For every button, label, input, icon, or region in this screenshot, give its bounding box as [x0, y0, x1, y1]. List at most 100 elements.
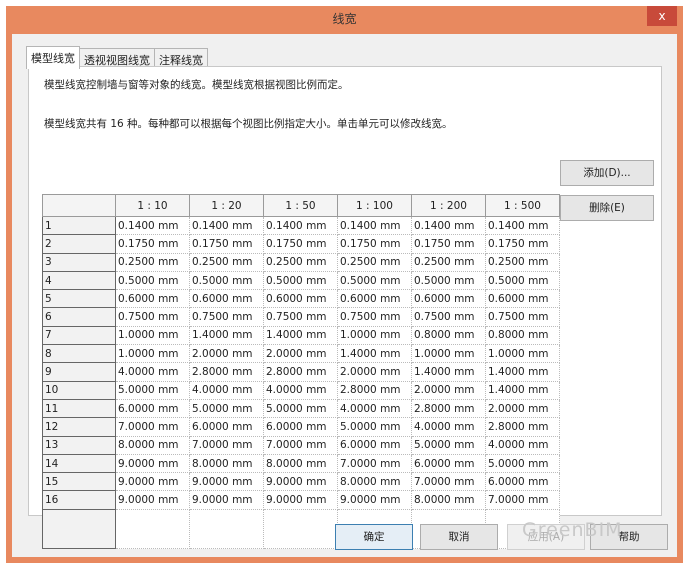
line-weight-cell[interactable]: 1.4000 mm	[411, 362, 486, 382]
row-header[interactable]: 10	[42, 380, 116, 400]
line-weight-cell[interactable]: 4.0000 mm	[337, 398, 412, 419]
line-weight-cell[interactable]: 0.7500 mm	[485, 307, 560, 327]
line-weight-cell[interactable]: 0.7500 mm	[263, 307, 338, 327]
line-weight-cell[interactable]: 1.4000 mm	[189, 325, 264, 346]
line-weight-cell[interactable]: 1.4000 mm	[485, 380, 560, 400]
row-header[interactable]: 14	[42, 453, 116, 474]
line-weight-cell[interactable]: 1.0000 mm	[115, 325, 190, 346]
line-weight-cell[interactable]: 4.0000 mm	[485, 435, 560, 455]
line-weight-cell[interactable]: 0.5000 mm	[189, 270, 264, 291]
line-weight-cell[interactable]: 0.2500 mm	[263, 252, 338, 272]
line-weight-cell[interactable]: 0.5000 mm	[485, 270, 560, 291]
line-weight-cell[interactable]: 2.8000 mm	[485, 417, 560, 437]
line-weight-cell[interactable]: 7.0000 mm	[411, 472, 486, 492]
row-header[interactable]: 7	[42, 325, 116, 346]
line-weight-cell[interactable]: 0.5000 mm	[337, 270, 412, 291]
line-weight-cell[interactable]: 6.0000 mm	[337, 435, 412, 455]
line-weight-cell[interactable]: 2.8000 mm	[411, 398, 486, 419]
line-weight-cell[interactable]: 9.0000 mm	[115, 472, 190, 492]
line-weight-cell[interactable]: 0.6000 mm	[115, 289, 190, 309]
line-weight-cell[interactable]: 6.0000 mm	[115, 398, 190, 419]
line-weight-cell[interactable]: 5.0000 mm	[485, 453, 560, 474]
line-weight-cell[interactable]: 7.0000 mm	[115, 417, 190, 437]
line-weight-cell[interactable]: 0.2500 mm	[115, 252, 190, 272]
line-weight-cell[interactable]: 2.8000 mm	[337, 380, 412, 400]
cancel-button[interactable]: 取消	[420, 524, 498, 550]
line-weight-cell[interactable]: 0.6000 mm	[411, 289, 486, 309]
line-weight-cell[interactable]: 0.1400 mm	[263, 215, 338, 236]
line-weight-cell[interactable]: 2.0000 mm	[263, 344, 338, 364]
line-weight-cell[interactable]: 4.0000 mm	[115, 362, 190, 382]
line-weight-cell[interactable]: 6.0000 mm	[485, 472, 560, 492]
line-weight-cell[interactable]: 0.1400 mm	[485, 215, 560, 236]
line-weight-cell[interactable]: 9.0000 mm	[115, 453, 190, 474]
line-weight-cell[interactable]: 2.0000 mm	[411, 380, 486, 400]
line-weight-cell[interactable]: 0.1400 mm	[337, 215, 412, 236]
line-weight-cell[interactable]: 2.8000 mm	[189, 362, 264, 382]
line-weight-cell[interactable]: 1.0000 mm	[115, 344, 190, 364]
line-weight-cell[interactable]: 5.0000 mm	[411, 435, 486, 455]
line-weight-cell[interactable]: 9.0000 mm	[337, 490, 412, 510]
delete-button[interactable]: 删除(E)	[560, 195, 654, 221]
line-weight-cell[interactable]: 5.0000 mm	[263, 398, 338, 419]
line-weight-cell[interactable]: 8.0000 mm	[337, 472, 412, 492]
line-weight-cell[interactable]: 0.2500 mm	[411, 252, 486, 272]
ok-button[interactable]: 确定	[335, 524, 413, 550]
line-weight-cell[interactable]: 2.8000 mm	[263, 362, 338, 382]
line-weight-cell[interactable]: 1.0000 mm	[411, 344, 486, 364]
line-weight-cell[interactable]: 7.0000 mm	[485, 490, 560, 510]
line-weight-cell[interactable]: 0.2500 mm	[189, 252, 264, 272]
row-header[interactable]: 6	[42, 307, 116, 327]
line-weight-cell[interactable]: 0.7500 mm	[337, 307, 412, 327]
line-weight-cell[interactable]: 0.8000 mm	[411, 325, 486, 346]
line-weight-cell[interactable]: 0.8000 mm	[485, 325, 560, 346]
line-weight-cell[interactable]: 0.6000 mm	[189, 289, 264, 309]
line-weight-cell[interactable]: 9.0000 mm	[189, 490, 264, 510]
line-weight-cell[interactable]: 9.0000 mm	[189, 472, 264, 492]
add-button[interactable]: 添加(D)...	[560, 160, 654, 186]
line-weight-cell[interactable]: 4.0000 mm	[411, 417, 486, 437]
line-weight-cell[interactable]: 2.0000 mm	[485, 398, 560, 419]
row-header[interactable]: 15	[42, 472, 116, 492]
row-header[interactable]: 8	[42, 344, 116, 364]
line-weight-cell[interactable]: 5.0000 mm	[189, 398, 264, 419]
line-weight-cell[interactable]: 4.0000 mm	[263, 380, 338, 400]
row-header[interactable]: 2	[42, 234, 116, 254]
row-header[interactable]: 1	[42, 215, 116, 236]
line-weight-cell[interactable]: 0.6000 mm	[263, 289, 338, 309]
line-weight-cell[interactable]: 0.1750 mm	[115, 234, 190, 254]
line-weight-cell[interactable]: 0.1750 mm	[485, 234, 560, 254]
line-weight-cell[interactable]: 9.0000 mm	[115, 490, 190, 510]
line-weight-cell[interactable]: 8.0000 mm	[263, 453, 338, 474]
line-weight-cell[interactable]: 2.0000 mm	[337, 362, 412, 382]
line-weight-cell[interactable]: 1.4000 mm	[485, 362, 560, 382]
line-weight-cell[interactable]: 8.0000 mm	[411, 490, 486, 510]
line-weight-cell[interactable]: 0.1750 mm	[411, 234, 486, 254]
line-weight-cell[interactable]: 6.0000 mm	[411, 453, 486, 474]
row-header[interactable]: 9	[42, 362, 116, 382]
line-weight-cell[interactable]: 8.0000 mm	[115, 435, 190, 455]
line-weight-cell[interactable]: 7.0000 mm	[189, 435, 264, 455]
line-weight-cell[interactable]: 1.0000 mm	[337, 325, 412, 346]
row-header[interactable]: 4	[42, 270, 116, 291]
row-header[interactable]: 5	[42, 289, 116, 309]
row-header[interactable]: 13	[42, 435, 116, 455]
line-weight-cell[interactable]: 7.0000 mm	[263, 435, 338, 455]
line-weight-cell[interactable]: 0.6000 mm	[337, 289, 412, 309]
line-weight-cell[interactable]: 0.5000 mm	[115, 270, 190, 291]
line-weight-cell[interactable]: 1.0000 mm	[485, 344, 560, 364]
close-button[interactable]: x	[647, 6, 677, 26]
line-weight-cell[interactable]: 0.7500 mm	[115, 307, 190, 327]
line-weight-cell[interactable]: 4.0000 mm	[189, 380, 264, 400]
line-weight-cell[interactable]: 0.1750 mm	[189, 234, 264, 254]
line-weight-cell[interactable]: 0.5000 mm	[411, 270, 486, 291]
line-weight-cell[interactable]: 9.0000 mm	[263, 490, 338, 510]
line-weight-cell[interactable]: 0.2500 mm	[485, 252, 560, 272]
line-weight-cell[interactable]: 0.6000 mm	[485, 289, 560, 309]
line-weight-cell[interactable]: 0.1400 mm	[115, 215, 190, 236]
line-weight-cell[interactable]: 5.0000 mm	[115, 380, 190, 400]
line-weight-cell[interactable]: 0.5000 mm	[263, 270, 338, 291]
line-weight-cell[interactable]: 0.1750 mm	[263, 234, 338, 254]
line-weight-cell[interactable]: 6.0000 mm	[189, 417, 264, 437]
line-weight-cell[interactable]: 7.0000 mm	[337, 453, 412, 474]
